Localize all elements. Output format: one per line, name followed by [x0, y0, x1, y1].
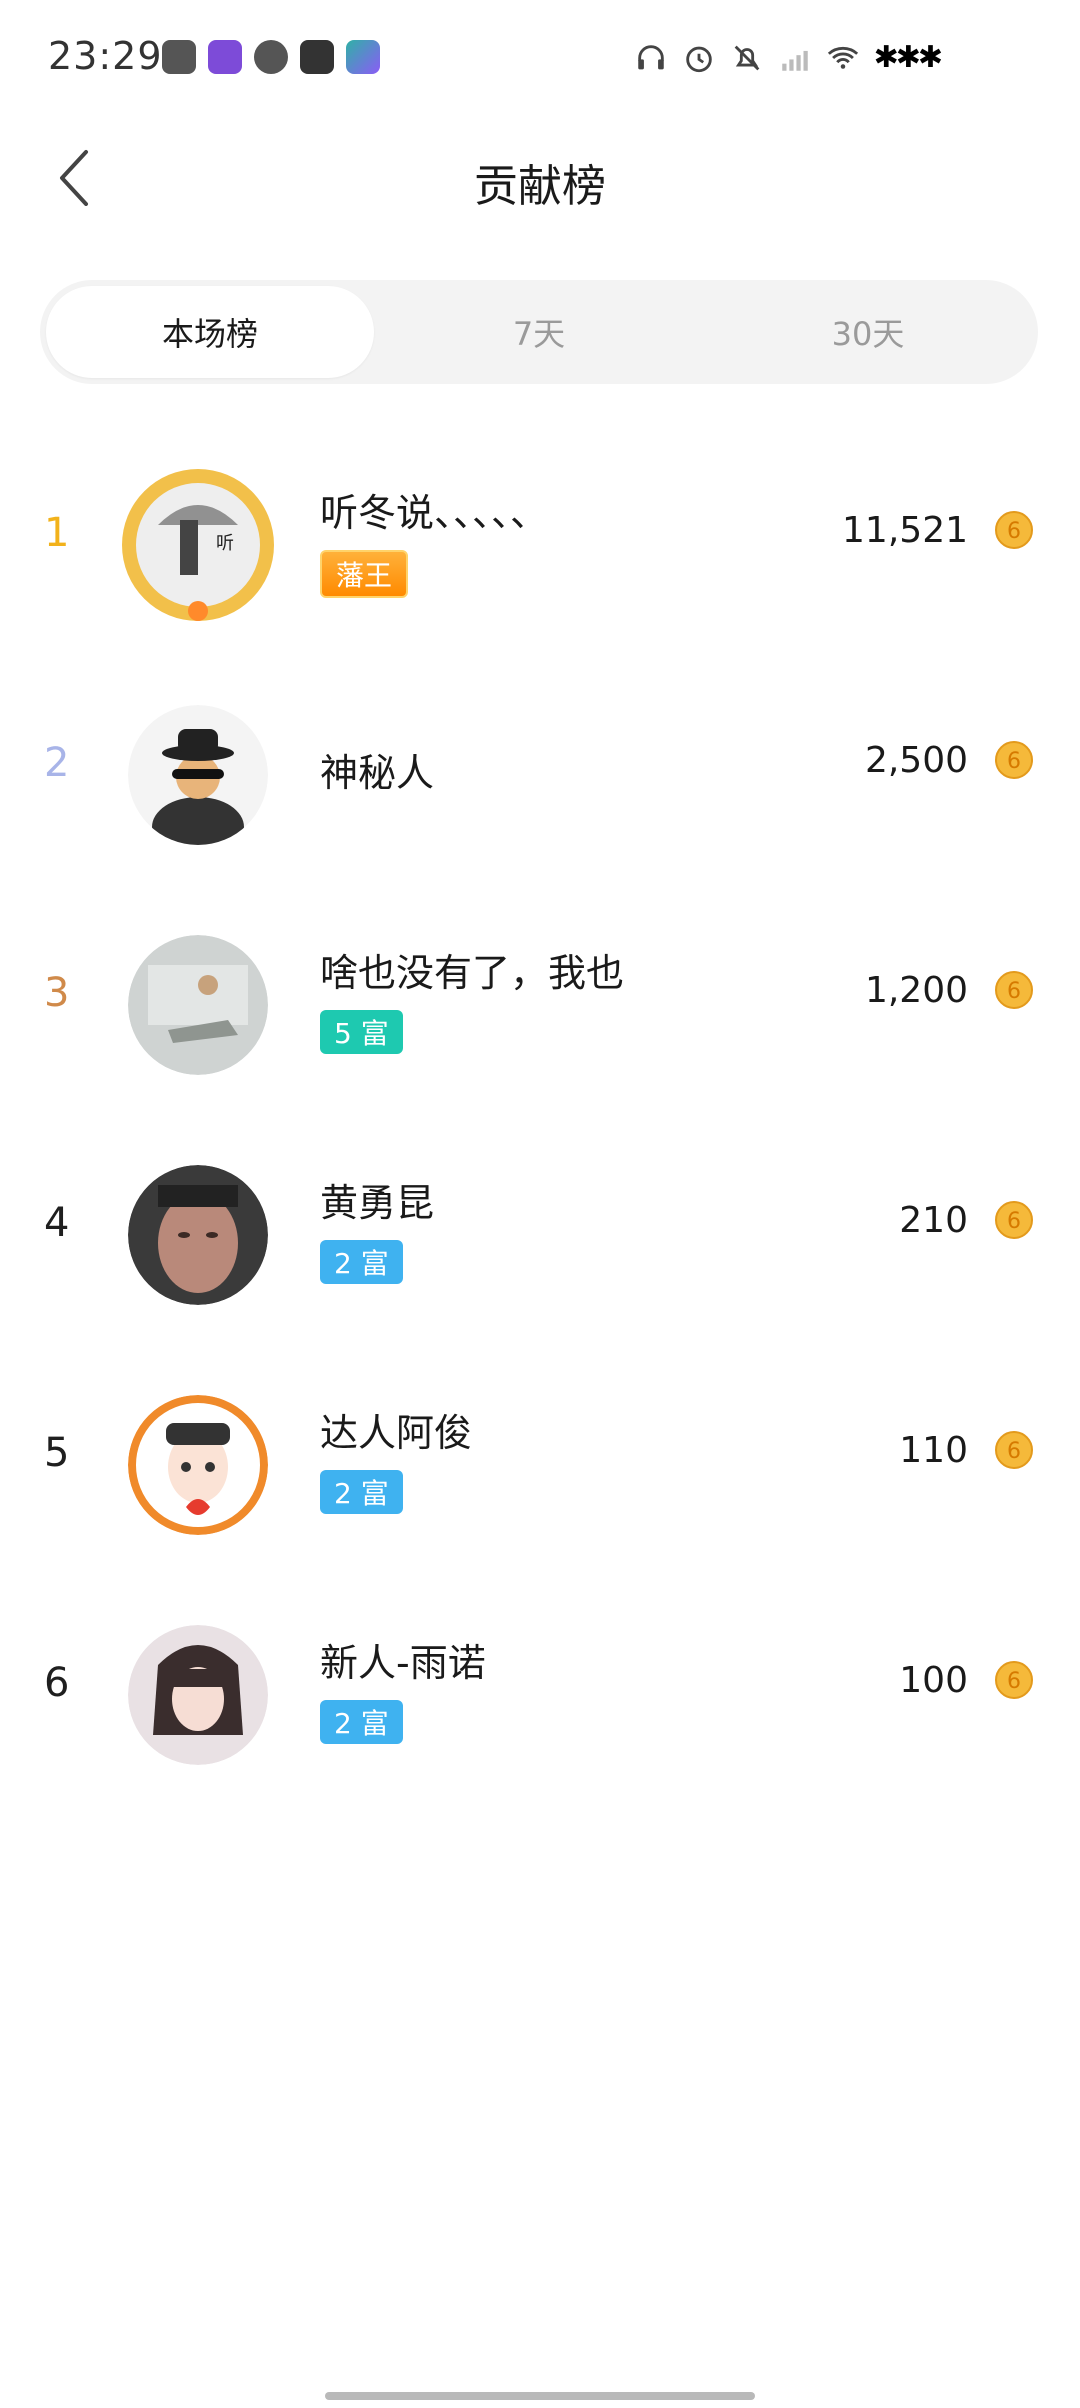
clipboard-icon [162, 40, 196, 74]
avatar[interactable] [128, 935, 268, 1075]
avatar[interactable] [128, 705, 268, 845]
svg-text:6: 6 [1007, 979, 1021, 1004]
app-notification-icon [208, 40, 242, 74]
list-item[interactable]: 2 神秘人 2,500 6 [0, 660, 1080, 890]
user-name: 达人阿俊 [320, 1411, 473, 1455]
user-name: 听冬说、、、、、 [320, 491, 549, 535]
contribution-amount: 11,521 [842, 510, 968, 551]
wealth-badge: 2 富 [320, 1700, 403, 1744]
alarm-icon [685, 46, 712, 72]
rank-number: 6 [44, 1660, 70, 1706]
tab-current[interactable]: 本场榜 [46, 286, 374, 378]
svg-text:6: 6 [1007, 1669, 1021, 1694]
tiktok-icon [300, 40, 334, 74]
svg-text:听: 听 [216, 533, 234, 554]
list-item[interactable]: 5 达人阿俊 2 富 110 6 [0, 1350, 1080, 1580]
ranking-list: 1 听 听冬说、、、、、 藩王 11,521 6 2 神秘人 2,500 6 3… [0, 430, 1080, 1810]
contribution-amount: 1,200 [864, 970, 968, 1011]
rank-number: 2 [44, 740, 70, 786]
avatar[interactable] [128, 1625, 268, 1765]
contribution-amount: 2,500 [864, 740, 968, 781]
svg-text:6: 6 [1007, 1209, 1021, 1234]
notification-icons [162, 40, 380, 74]
wealth-badge: 2 富 [320, 1470, 403, 1514]
coin-icon: 6 [995, 741, 1033, 779]
rank-number: 3 [44, 970, 70, 1016]
page-title: 贡献榜 [474, 161, 606, 212]
tab-7-days[interactable]: 7天 [375, 286, 703, 378]
voice-icon [254, 40, 288, 74]
list-item[interactable]: 4 黄勇昆 2 富 210 6 [0, 1120, 1080, 1350]
wifi-icon [827, 46, 858, 69]
mute-bell-icon [734, 45, 759, 70]
user-name: 黄勇昆 [320, 1181, 435, 1225]
header: 贡献榜 [0, 130, 1080, 230]
contribution-amount: 110 [899, 1430, 968, 1471]
period-tabs: 本场榜 7天 30天 [40, 280, 1038, 384]
headphones-icon [637, 44, 664, 69]
coin-icon: 6 [995, 511, 1033, 549]
coin-icon: 6 [995, 971, 1033, 1009]
contribution-amount: 100 [899, 1660, 968, 1701]
contribution-amount: 210 [899, 1200, 968, 1241]
coin-icon: 6 [995, 1201, 1033, 1239]
avatar[interactable]: 听 [118, 465, 278, 625]
coin-icon: 6 [995, 1661, 1033, 1699]
rank-number: 4 [44, 1200, 70, 1246]
wealth-badge: 5 富 [320, 1010, 403, 1054]
status-bar: 23:29 ✱✱✱ [0, 0, 1080, 120]
avatar[interactable] [128, 1165, 268, 1305]
avatar[interactable] [128, 1395, 268, 1535]
svg-text:6: 6 [1007, 519, 1021, 544]
status-time: 23:29 [48, 34, 163, 78]
coin-icon: 6 [995, 1431, 1033, 1469]
rank-number: 5 [44, 1430, 70, 1476]
home-indicator[interactable] [325, 2392, 755, 2400]
badge-text: 藩王 [336, 559, 393, 592]
tab-30-days[interactable]: 30天 [704, 286, 1032, 378]
wealth-badge: 2 富 [320, 1240, 403, 1284]
noble-badge: 藩王 [320, 550, 409, 598]
list-item[interactable]: 6 新人-雨诺 2 富 100 6 [0, 1580, 1080, 1810]
cellular-signal-icon [781, 50, 808, 71]
carrier-text: ✱✱✱ [873, 40, 943, 75]
list-item[interactable]: 3 啥也没有了，我也 5 富 1,200 6 [0, 890, 1080, 1120]
user-name: 啥也没有了，我也 [320, 951, 625, 995]
game-app-icon [346, 40, 380, 74]
list-item[interactable]: 1 听 听冬说、、、、、 藩王 11,521 6 [0, 430, 1080, 660]
user-name: 神秘人 [320, 751, 435, 795]
svg-text:6: 6 [1007, 1439, 1021, 1464]
user-name: 新人-雨诺 [320, 1641, 486, 1685]
system-icons: ✱✱✱ [634, 40, 943, 75]
svg-text:6: 6 [1007, 749, 1021, 774]
rank-number: 1 [44, 510, 70, 556]
